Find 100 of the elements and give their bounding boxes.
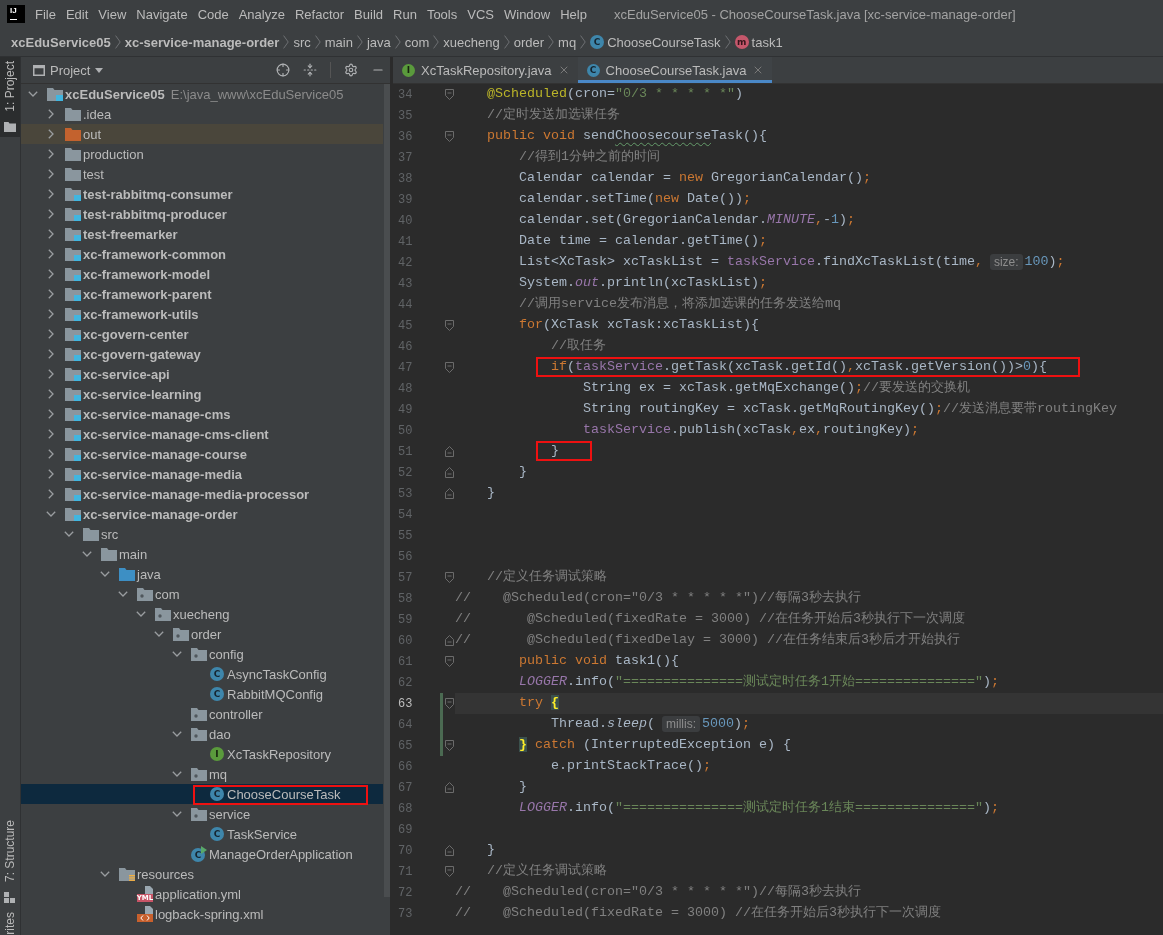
chevron-right-icon[interactable] <box>48 469 54 479</box>
tree-item[interactable]: xc-service-manage-order <box>83 506 238 522</box>
chevron-down-icon[interactable] <box>82 551 92 557</box>
fold-marker-icon[interactable] <box>444 446 454 457</box>
tree-item[interactable]: XcTaskRepository <box>227 746 332 762</box>
tree-item[interactable]: application.yml <box>155 886 241 902</box>
chevron-right-icon[interactable] <box>48 449 54 459</box>
tree-item[interactable]: java <box>137 566 161 582</box>
fold-marker-icon[interactable] <box>444 572 454 583</box>
tree-item[interactable]: xc-service-learning <box>83 386 202 402</box>
tree-item[interactable]: RabbitMQConfig <box>227 686 324 702</box>
menu-item[interactable]: Edit <box>60 3 94 25</box>
tree-item[interactable]: production <box>83 146 144 162</box>
tree-item[interactable]: xc-service-manage-cms-client <box>83 426 269 442</box>
menu-item[interactable]: Help <box>555 3 592 25</box>
menu-item[interactable]: Refactor <box>289 3 350 25</box>
breadcrumb-item[interactable]: m task1 <box>730 31 787 53</box>
tree-item[interactable]: TaskService <box>227 826 298 842</box>
menu-item[interactable]: File <box>30 3 61 25</box>
tree-item[interactable]: xc-service-manage-cms <box>83 406 231 422</box>
chevron-right-icon[interactable] <box>48 249 54 259</box>
tree-item[interactable]: test <box>83 166 104 182</box>
tree-item[interactable]: service <box>209 806 251 822</box>
menu-item[interactable]: Window <box>498 3 556 25</box>
tree-item[interactable]: xc-govern-gateway <box>83 346 201 362</box>
breadcrumb-item[interactable]: java <box>362 31 395 53</box>
tree-item[interactable]: xuecheng <box>173 606 230 622</box>
tree-item[interactable]: order <box>191 626 222 642</box>
menu-item[interactable]: Build <box>349 3 388 25</box>
chevron-down-icon[interactable] <box>100 871 110 877</box>
chevron-down-icon[interactable] <box>28 91 38 97</box>
menu-item[interactable]: Tools <box>421 3 463 25</box>
menu-item[interactable]: VCS <box>462 3 499 25</box>
chevron-right-icon[interactable] <box>48 309 54 319</box>
tree-item[interactable]: config <box>209 646 244 662</box>
tool-window-tab[interactable]: rites <box>0 908 20 935</box>
breadcrumb-item[interactable]: C ChooseCourseTask <box>586 31 725 53</box>
tree-item[interactable]: xcEduService05 <box>65 86 165 102</box>
chevron-down-icon[interactable] <box>136 611 146 617</box>
tool-window-tab[interactable]: 7: Structure <box>0 816 20 909</box>
fold-marker-icon[interactable] <box>444 131 454 142</box>
tree-item[interactable]: com <box>155 586 180 602</box>
chevron-down-icon[interactable] <box>172 731 182 737</box>
chevron-right-icon[interactable] <box>48 209 54 219</box>
fold-marker-icon[interactable] <box>444 89 454 100</box>
tree-item[interactable]: xc-framework-common <box>83 246 227 262</box>
editor-tab[interactable]: I XcTaskRepository.java <box>393 57 578 83</box>
chevron-right-icon[interactable] <box>48 289 54 299</box>
tree-item[interactable]: dao <box>209 726 231 742</box>
tree-item[interactable]: main <box>119 546 148 562</box>
tree-item[interactable]: test-rabbitmq-consumer <box>83 186 233 202</box>
tree-item[interactable]: xc-framework-model <box>83 266 211 282</box>
chevron-right-icon[interactable] <box>48 129 54 139</box>
menu-item[interactable]: Run <box>388 3 422 25</box>
selected-row[interactable]: C ChooseCourseTask <box>21 784 383 804</box>
tree-item[interactable]: resources <box>137 866 195 882</box>
breadcrumb-item[interactable]: xc-service-manage-order <box>120 31 284 53</box>
fold-marker-icon[interactable] <box>444 698 454 709</box>
fold-marker-icon[interactable] <box>444 362 454 373</box>
chevron-down-icon[interactable] <box>172 651 182 657</box>
chevron-right-icon[interactable] <box>48 229 54 239</box>
chevron-right-icon[interactable] <box>48 369 54 379</box>
tree-item[interactable]: test-freemarker <box>83 226 178 242</box>
fold-marker-icon[interactable] <box>444 866 454 877</box>
chevron-right-icon[interactable] <box>48 149 54 159</box>
tree-item[interactable]: ManageOrderApplication <box>209 846 353 862</box>
menu-item[interactable]: Code <box>192 3 234 25</box>
chevron-down-icon[interactable] <box>118 591 128 597</box>
chevron-down-icon[interactable] <box>172 811 182 817</box>
breadcrumb-item[interactable]: mq <box>554 31 581 53</box>
fold-marker-icon[interactable] <box>444 467 454 478</box>
tree-item[interactable]: xc-govern-center <box>83 326 189 342</box>
chevron-down-icon[interactable] <box>46 511 56 517</box>
fold-marker-icon[interactable] <box>444 320 454 331</box>
tree-item[interactable]: xc-service-manage-course <box>83 446 248 462</box>
chevron-down-icon[interactable] <box>154 631 164 637</box>
view-selector[interactable]: Project <box>28 60 104 80</box>
fold-marker-icon[interactable] <box>444 782 454 793</box>
fold-marker-icon[interactable] <box>444 488 454 499</box>
tree-item[interactable]: xc-framework-parent <box>83 286 212 302</box>
locate-icon[interactable] <box>276 63 290 77</box>
chevron-right-icon[interactable] <box>48 329 54 339</box>
tree-item[interactable]: xc-service-manage-media-processor <box>83 486 310 502</box>
tree-item[interactable]: mq <box>209 766 228 782</box>
tree-item[interactable]: test-rabbitmq-producer <box>83 206 227 222</box>
breadcrumb-item[interactable]: xcEduService05 <box>7 31 115 53</box>
tree-item[interactable]: out <box>83 126 102 142</box>
chevron-right-icon[interactable] <box>48 349 54 359</box>
breadcrumb-item[interactable]: xuecheng <box>439 31 504 53</box>
chevron-down-icon[interactable] <box>172 771 182 777</box>
tree-item[interactable]: xc-framework-utils <box>83 306 199 322</box>
tree-item[interactable]: logback-spring.xml <box>155 906 264 922</box>
chevron-right-icon[interactable] <box>48 409 54 419</box>
menu-item[interactable]: Analyze <box>233 3 290 25</box>
tree-item[interactable]: controller <box>209 706 263 722</box>
chevron-right-icon[interactable] <box>48 109 54 119</box>
editor-tab[interactable]: C ChooseCourseTask.java <box>577 57 773 83</box>
collapse-all-icon[interactable] <box>303 63 317 77</box>
fold-marker-icon[interactable] <box>444 635 454 646</box>
chevron-right-icon[interactable] <box>48 429 54 439</box>
